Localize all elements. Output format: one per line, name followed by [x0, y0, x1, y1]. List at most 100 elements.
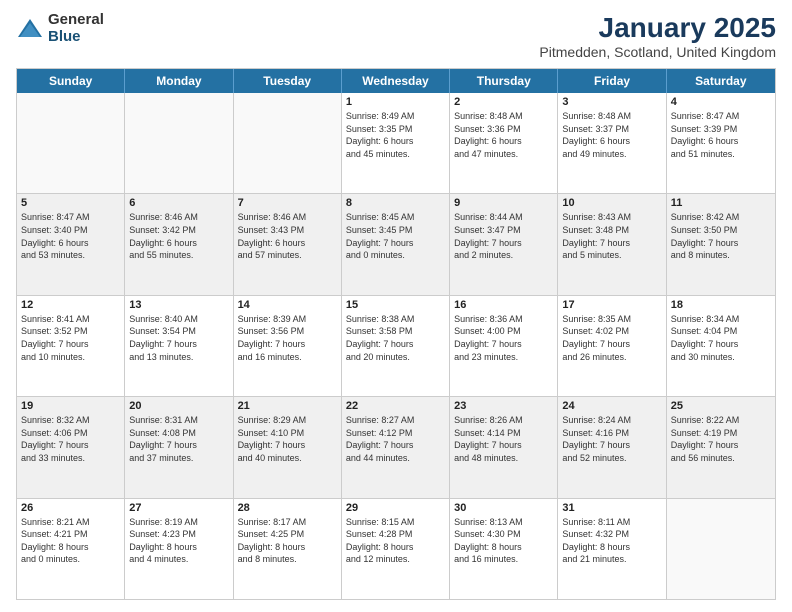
- title-block: January 2025 Pitmedden, Scotland, United…: [539, 12, 776, 60]
- calendar-cell: 8 Sunrise: 8:45 AM Sunset: 3:45 PM Daylig…: [342, 194, 450, 294]
- day-number: 23: [454, 400, 553, 412]
- calendar-header-cell: Friday: [558, 69, 666, 93]
- cell-info: Sunrise: 8:26 AM Sunset: 4:14 PM Dayligh…: [454, 414, 553, 464]
- calendar-row: 26 Sunrise: 8:21 AM Sunset: 4:21 PM Dayli…: [17, 498, 775, 599]
- calendar-cell: 9Sunrise: 8:44 AM Sunset: 3:47 PM Daylig…: [450, 194, 558, 294]
- day-number: 12: [21, 299, 120, 311]
- cell-info: Sunrise: 8:43 AM Sunset: 3:48 PM Dayligh…: [562, 211, 661, 261]
- cell-info: Sunrise: 8:34 AM Sunset: 4:04 PM Dayligh…: [671, 313, 771, 363]
- calendar-cell: [17, 93, 125, 193]
- calendar-header-cell: Wednesday: [342, 69, 450, 93]
- cell-info: Sunrise: 8:35 AM Sunset: 4:02 PM Dayligh…: [562, 313, 661, 363]
- day-number: 5: [21, 197, 120, 209]
- calendar-cell: 19 Sunrise: 8:32 AM Sunset: 4:06 PM Dayli…: [17, 397, 125, 497]
- calendar-row: 19 Sunrise: 8:32 AM Sunset: 4:06 PM Dayli…: [17, 396, 775, 497]
- calendar-cell: 13Sunrise: 8:40 AM Sunset: 3:54 PM Dayli…: [125, 296, 233, 396]
- calendar-cell: 10 Sunrise: 8:43 AM Sunset: 3:48 PM Dayli…: [558, 194, 666, 294]
- calendar-row: 12 Sunrise: 8:41 AM Sunset: 3:52 PM Dayli…: [17, 295, 775, 396]
- cell-info: Sunrise: 8:42 AM Sunset: 3:50 PM Dayligh…: [671, 211, 771, 261]
- day-number: 4: [671, 96, 771, 108]
- calendar-cell: 24 Sunrise: 8:24 AM Sunset: 4:16 PM Dayli…: [558, 397, 666, 497]
- cell-info: Sunrise: 8:22 AM Sunset: 4:19 PM Dayligh…: [671, 414, 771, 464]
- day-number: 27: [129, 502, 228, 514]
- calendar-cell: 4 Sunrise: 8:47 AM Sunset: 3:39 PM Daylig…: [667, 93, 775, 193]
- day-number: 21: [238, 400, 337, 412]
- day-number: 6: [129, 197, 228, 209]
- cell-info: Sunrise: 8:45 AM Sunset: 3:45 PM Dayligh…: [346, 211, 445, 261]
- calendar-cell: 23 Sunrise: 8:26 AM Sunset: 4:14 PM Dayli…: [450, 397, 558, 497]
- cell-info: Sunrise: 8:19 AM Sunset: 4:23 PM Dayligh…: [129, 516, 228, 566]
- cell-info: Sunrise: 8:48 AM Sunset: 3:37 PM Dayligh…: [562, 110, 661, 160]
- day-number: 8: [346, 197, 445, 209]
- header: General Blue January 2025 Pitmedden, Sco…: [16, 12, 776, 60]
- calendar-header-cell: Saturday: [667, 69, 775, 93]
- cell-info: Sunrise: 8:41 AM Sunset: 3:52 PM Dayligh…: [21, 313, 120, 363]
- calendar-cell: 15Sunrise: 8:38 AM Sunset: 3:58 PM Dayli…: [342, 296, 450, 396]
- calendar-cell: 11 Sunrise: 8:42 AM Sunset: 3:50 PM Dayli…: [667, 194, 775, 294]
- cell-info: Sunrise: 8:24 AM Sunset: 4:16 PM Dayligh…: [562, 414, 661, 464]
- calendar-cell: 18Sunrise: 8:34 AM Sunset: 4:04 PM Dayli…: [667, 296, 775, 396]
- day-number: 19: [21, 400, 120, 412]
- calendar-cell: 12 Sunrise: 8:41 AM Sunset: 3:52 PM Dayli…: [17, 296, 125, 396]
- logo-text: General Blue: [48, 12, 104, 45]
- cell-info: Sunrise: 8:15 AM Sunset: 4:28 PM Dayligh…: [346, 516, 445, 566]
- logo-blue: Blue: [48, 29, 104, 46]
- day-number: 28: [238, 502, 337, 514]
- cell-info: Sunrise: 8:49 AM Sunset: 3:35 PM Dayligh…: [346, 110, 445, 160]
- logo: General Blue: [16, 12, 104, 45]
- calendar-row: 5 Sunrise: 8:47 AM Sunset: 3:40 PM Daylig…: [17, 193, 775, 294]
- cell-info: Sunrise: 8:21 AM Sunset: 4:21 PM Dayligh…: [21, 516, 120, 566]
- cell-info: Sunrise: 8:13 AM Sunset: 4:30 PM Dayligh…: [454, 516, 553, 566]
- cell-info: Sunrise: 8:32 AM Sunset: 4:06 PM Dayligh…: [21, 414, 120, 464]
- day-number: 3: [562, 96, 661, 108]
- logo-general: General: [48, 12, 104, 29]
- cell-info: Sunrise: 8:39 AM Sunset: 3:56 PM Dayligh…: [238, 313, 337, 363]
- calendar-cell: [667, 499, 775, 599]
- day-number: 13: [129, 299, 228, 311]
- cell-info: Sunrise: 8:11 AM Sunset: 4:32 PM Dayligh…: [562, 516, 661, 566]
- cell-info: Sunrise: 8:36 AM Sunset: 4:00 PM Dayligh…: [454, 313, 553, 363]
- day-number: 30: [454, 502, 553, 514]
- cell-info: Sunrise: 8:47 AM Sunset: 3:40 PM Dayligh…: [21, 211, 120, 261]
- day-number: 11: [671, 197, 771, 209]
- cell-info: Sunrise: 8:46 AM Sunset: 3:43 PM Dayligh…: [238, 211, 337, 261]
- cell-info: Sunrise: 8:48 AM Sunset: 3:36 PM Dayligh…: [454, 110, 553, 160]
- title-month: January 2025: [539, 12, 776, 44]
- title-location: Pitmedden, Scotland, United Kingdom: [539, 44, 776, 60]
- calendar-header-cell: Tuesday: [234, 69, 342, 93]
- day-number: 26: [21, 502, 120, 514]
- calendar-row: 1 Sunrise: 8:49 AM Sunset: 3:35 PM Daylig…: [17, 93, 775, 193]
- calendar-header-cell: Monday: [125, 69, 233, 93]
- cell-info: Sunrise: 8:46 AM Sunset: 3:42 PM Dayligh…: [129, 211, 228, 261]
- day-number: 25: [671, 400, 771, 412]
- calendar-cell: 14 Sunrise: 8:39 AM Sunset: 3:56 PM Dayli…: [234, 296, 342, 396]
- day-number: 2: [454, 96, 553, 108]
- page: General Blue January 2025 Pitmedden, Sco…: [0, 0, 792, 612]
- calendar-cell: 16Sunrise: 8:36 AM Sunset: 4:00 PM Dayli…: [450, 296, 558, 396]
- calendar-cell: 17Sunrise: 8:35 AM Sunset: 4:02 PM Dayli…: [558, 296, 666, 396]
- cell-info: Sunrise: 8:44 AM Sunset: 3:47 PM Dayligh…: [454, 211, 553, 261]
- calendar-cell: 5 Sunrise: 8:47 AM Sunset: 3:40 PM Daylig…: [17, 194, 125, 294]
- day-number: 29: [346, 502, 445, 514]
- calendar-header-cell: Sunday: [17, 69, 125, 93]
- cell-info: Sunrise: 8:27 AM Sunset: 4:12 PM Dayligh…: [346, 414, 445, 464]
- calendar-cell: 22 Sunrise: 8:27 AM Sunset: 4:12 PM Dayli…: [342, 397, 450, 497]
- day-number: 10: [562, 197, 661, 209]
- calendar-cell: 3 Sunrise: 8:48 AM Sunset: 3:37 PM Daylig…: [558, 93, 666, 193]
- calendar: SundayMondayTuesdayWednesdayThursdayFrid…: [16, 68, 776, 600]
- calendar-cell: 26 Sunrise: 8:21 AM Sunset: 4:21 PM Dayli…: [17, 499, 125, 599]
- calendar-cell: [125, 93, 233, 193]
- calendar-cell: 2 Sunrise: 8:48 AM Sunset: 3:36 PM Daylig…: [450, 93, 558, 193]
- calendar-cell: 20Sunrise: 8:31 AM Sunset: 4:08 PM Dayli…: [125, 397, 233, 497]
- day-number: 7: [238, 197, 337, 209]
- cell-info: Sunrise: 8:31 AM Sunset: 4:08 PM Dayligh…: [129, 414, 228, 464]
- calendar-cell: [234, 93, 342, 193]
- day-number: 22: [346, 400, 445, 412]
- calendar-cell: 21Sunrise: 8:29 AM Sunset: 4:10 PM Dayli…: [234, 397, 342, 497]
- day-number: 24: [562, 400, 661, 412]
- calendar-cell: 31Sunrise: 8:11 AM Sunset: 4:32 PM Dayli…: [558, 499, 666, 599]
- day-number: 1: [346, 96, 445, 108]
- day-number: 14: [238, 299, 337, 311]
- cell-info: Sunrise: 8:47 AM Sunset: 3:39 PM Dayligh…: [671, 110, 771, 160]
- calendar-cell: 7 Sunrise: 8:46 AM Sunset: 3:43 PM Daylig…: [234, 194, 342, 294]
